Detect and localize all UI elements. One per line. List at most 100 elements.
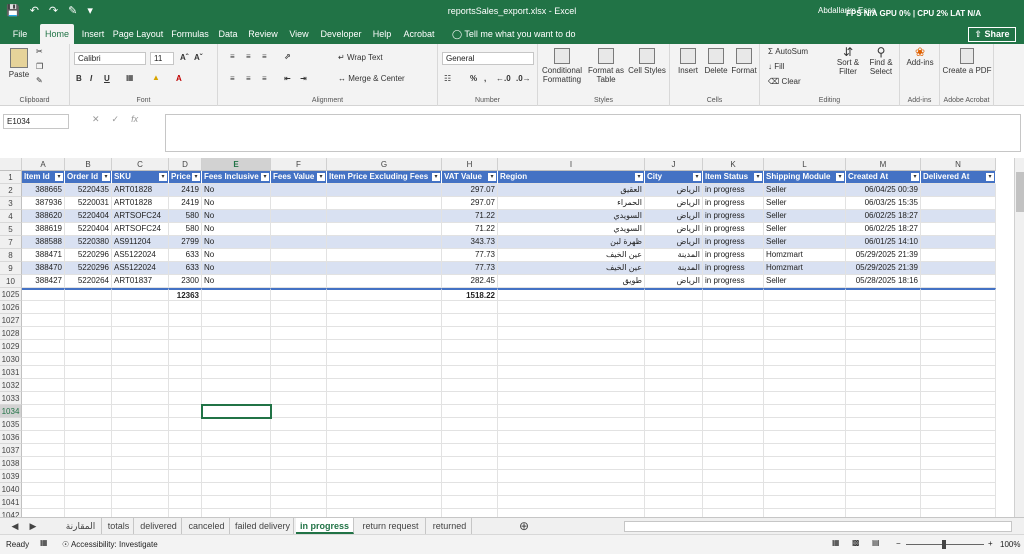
data-cell[interactable] bbox=[921, 249, 996, 262]
empty-cell[interactable] bbox=[498, 340, 645, 353]
empty-cell[interactable] bbox=[112, 405, 169, 418]
data-cell[interactable]: in progress bbox=[703, 184, 764, 197]
data-cell[interactable]: 5220264 bbox=[65, 275, 112, 288]
font-name-combo[interactable]: Calibri bbox=[74, 52, 146, 65]
empty-cell[interactable] bbox=[22, 431, 65, 444]
row-number[interactable]: 1028 bbox=[0, 327, 22, 340]
empty-cell[interactable] bbox=[498, 483, 645, 496]
row-number[interactable]: 1039 bbox=[0, 470, 22, 483]
empty-cell[interactable] bbox=[327, 431, 442, 444]
data-cell[interactable]: No bbox=[202, 236, 271, 249]
empty-cell[interactable] bbox=[442, 366, 498, 379]
data-cell[interactable] bbox=[327, 249, 442, 262]
empty-cell[interactable] bbox=[846, 392, 921, 405]
empty-cell[interactable] bbox=[112, 327, 169, 340]
sheet-tab[interactable]: totals bbox=[104, 518, 134, 534]
select-all-corner[interactable] bbox=[0, 158, 22, 171]
paste-button[interactable]: Paste bbox=[4, 48, 34, 79]
empty-cell[interactable] bbox=[202, 470, 271, 483]
empty-cell[interactable] bbox=[645, 340, 703, 353]
data-cell[interactable]: الرياض bbox=[645, 223, 703, 236]
empty-cell[interactable] bbox=[202, 431, 271, 444]
empty-cell[interactable] bbox=[112, 340, 169, 353]
empty-cell[interactable] bbox=[498, 314, 645, 327]
empty-cell[interactable] bbox=[764, 314, 846, 327]
data-cell[interactable]: 633 bbox=[169, 262, 202, 275]
cell-styles-button[interactable]: Cell Styles bbox=[628, 48, 666, 75]
empty-cell[interactable] bbox=[271, 353, 327, 366]
data-cell[interactable]: in progress bbox=[703, 236, 764, 249]
data-cell[interactable]: عين الخيف bbox=[498, 262, 645, 275]
table-header-cell[interactable]: City ▾ bbox=[645, 171, 703, 184]
tab-insert[interactable]: Insert bbox=[80, 24, 106, 44]
column-header[interactable]: A bbox=[22, 158, 65, 171]
empty-cell[interactable] bbox=[112, 483, 169, 496]
empty-cell[interactable] bbox=[703, 496, 764, 509]
row-number[interactable]: 1037 bbox=[0, 444, 22, 457]
column-header[interactable]: L bbox=[764, 158, 846, 171]
empty-cell[interactable] bbox=[65, 457, 112, 470]
cancel-icon[interactable]: ✕ bbox=[92, 114, 100, 125]
data-cell[interactable]: 580 bbox=[169, 223, 202, 236]
empty-cell[interactable] bbox=[169, 340, 202, 353]
column-header[interactable]: B bbox=[65, 158, 112, 171]
empty-cell[interactable] bbox=[271, 405, 327, 418]
data-cell[interactable]: الرياض bbox=[645, 184, 703, 197]
data-cell[interactable]: No bbox=[202, 184, 271, 197]
total-cell[interactable] bbox=[645, 288, 703, 301]
empty-cell[interactable] bbox=[498, 431, 645, 444]
clear-button[interactable]: ⌫ Clear bbox=[768, 77, 801, 86]
data-cell[interactable]: 5220404 bbox=[65, 210, 112, 223]
normal-view-icon[interactable]: ▦ bbox=[832, 538, 840, 547]
data-cell[interactable]: 71.22 bbox=[442, 210, 498, 223]
data-cell[interactable]: 2300 bbox=[169, 275, 202, 288]
empty-cell[interactable] bbox=[112, 392, 169, 405]
empty-cell[interactable] bbox=[112, 470, 169, 483]
empty-cell[interactable] bbox=[112, 431, 169, 444]
empty-cell[interactable] bbox=[442, 496, 498, 509]
empty-cell[interactable] bbox=[846, 509, 921, 517]
font-color-icon[interactable]: A bbox=[176, 74, 182, 83]
column-header[interactable]: C bbox=[112, 158, 169, 171]
empty-cell[interactable] bbox=[202, 379, 271, 392]
empty-cell[interactable] bbox=[442, 327, 498, 340]
data-cell[interactable]: in progress bbox=[703, 223, 764, 236]
selected-cell[interactable] bbox=[201, 404, 272, 419]
empty-cell[interactable] bbox=[327, 301, 442, 314]
column-header[interactable]: H bbox=[442, 158, 498, 171]
empty-cell[interactable] bbox=[22, 392, 65, 405]
table-header-cell[interactable]: Shipping Module ▾ bbox=[764, 171, 846, 184]
empty-cell[interactable] bbox=[645, 483, 703, 496]
total-cell[interactable] bbox=[846, 288, 921, 301]
scroll-left-icon[interactable]: ◀ bbox=[6, 518, 24, 534]
empty-cell[interactable] bbox=[645, 444, 703, 457]
table-header-cell[interactable]: Price ▾ bbox=[169, 171, 202, 184]
empty-cell[interactable] bbox=[65, 327, 112, 340]
data-cell[interactable]: 05/29/2025 21:39 bbox=[846, 262, 921, 275]
empty-cell[interactable] bbox=[112, 509, 169, 517]
row-number[interactable]: 3 bbox=[0, 197, 22, 210]
row-number[interactable]: 1034 bbox=[0, 405, 22, 418]
empty-cell[interactable] bbox=[271, 470, 327, 483]
empty-cell[interactable] bbox=[442, 431, 498, 444]
data-cell[interactable]: Seller bbox=[764, 275, 846, 288]
orientation-icon[interactable]: ⇗ bbox=[284, 52, 291, 61]
data-cell[interactable]: ART01828 bbox=[112, 184, 169, 197]
empty-cell[interactable] bbox=[65, 314, 112, 327]
data-cell[interactable] bbox=[327, 197, 442, 210]
page-layout-view-icon[interactable]: ▩ bbox=[852, 538, 860, 547]
empty-cell[interactable] bbox=[327, 405, 442, 418]
row-number[interactable]: 1042 bbox=[0, 509, 22, 517]
empty-cell[interactable] bbox=[846, 353, 921, 366]
empty-cell[interactable] bbox=[846, 483, 921, 496]
empty-cell[interactable] bbox=[169, 496, 202, 509]
empty-cell[interactable] bbox=[169, 405, 202, 418]
empty-cell[interactable] bbox=[498, 509, 645, 517]
tab-review[interactable]: Review bbox=[246, 24, 280, 44]
zoom-in-icon[interactable]: + bbox=[988, 539, 993, 548]
row-number[interactable]: 10 bbox=[0, 275, 22, 288]
row-number[interactable]: 1030 bbox=[0, 353, 22, 366]
filter-dropdown-icon[interactable]: ▾ bbox=[986, 173, 994, 181]
filter-dropdown-icon[interactable]: ▾ bbox=[693, 173, 701, 181]
empty-cell[interactable] bbox=[498, 301, 645, 314]
